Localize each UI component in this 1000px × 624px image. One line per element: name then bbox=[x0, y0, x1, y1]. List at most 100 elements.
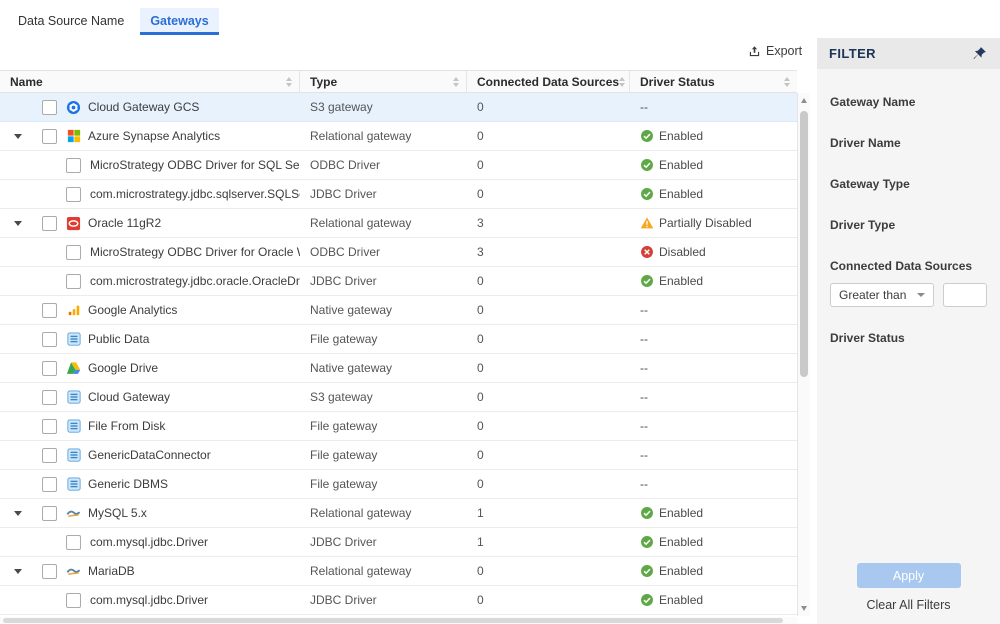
status-label: Enabled bbox=[659, 593, 703, 607]
row-checkbox[interactable] bbox=[42, 216, 57, 231]
table-row[interactable]: MariaDBRelational gateway0Enabled bbox=[0, 557, 797, 586]
connected-data-sources-value-input[interactable] bbox=[943, 283, 987, 307]
expand-arrow-icon[interactable] bbox=[12, 511, 42, 516]
sort-icon[interactable] bbox=[619, 77, 625, 87]
row-checkbox[interactable] bbox=[66, 187, 81, 202]
type-cell: Native gateway bbox=[300, 303, 467, 317]
table-row[interactable]: MicroStrategy ODBC Driver for SQL Serv..… bbox=[0, 151, 797, 180]
column-header-name[interactable]: Name bbox=[0, 71, 300, 92]
tab-gateways[interactable]: Gateways bbox=[140, 8, 218, 35]
type-cell: ODBC Driver bbox=[300, 158, 467, 172]
connected-data-sources-cell: 0 bbox=[467, 448, 630, 462]
row-checkbox[interactable] bbox=[42, 390, 57, 405]
status-label: Enabled bbox=[659, 158, 703, 172]
name-cell: MicroStrategy ODBC Driver for SQL Serv..… bbox=[0, 158, 300, 173]
export-button[interactable]: Export bbox=[748, 44, 802, 58]
column-header-type[interactable]: Type bbox=[300, 71, 467, 92]
type-cell: JDBC Driver bbox=[300, 593, 467, 607]
scrollbar-thumb[interactable] bbox=[800, 111, 808, 377]
status-label: -- bbox=[640, 100, 648, 114]
status-label: Enabled bbox=[659, 535, 703, 549]
row-checkbox[interactable] bbox=[42, 564, 57, 579]
table-header: Name Type Connected Data Sources Driver … bbox=[0, 70, 797, 93]
row-checkbox[interactable] bbox=[42, 361, 57, 376]
filter-header: FILTER bbox=[817, 38, 1000, 69]
driver-status-cell: -- bbox=[630, 477, 797, 491]
tab-data-source-name[interactable]: Data Source Name bbox=[8, 8, 134, 35]
table-row[interactable]: Azure Synapse AnalyticsRelational gatewa… bbox=[0, 122, 797, 151]
driver-status-cell: Enabled bbox=[630, 506, 797, 520]
vertical-scrollbar[interactable] bbox=[797, 93, 810, 616]
table-row[interactable]: Google AnalyticsNative gateway0-- bbox=[0, 296, 797, 325]
connected-data-sources-cell: 0 bbox=[467, 564, 630, 578]
table-row[interactable]: com.mysql.jdbc.DriverJDBC Driver1Enabled bbox=[0, 528, 797, 557]
type-cell: File gateway bbox=[300, 419, 467, 433]
row-checkbox[interactable] bbox=[66, 535, 81, 550]
row-checkbox[interactable] bbox=[66, 593, 81, 608]
horizontal-scrollbar[interactable] bbox=[0, 617, 797, 624]
table-row[interactable]: Public DataFile gateway0-- bbox=[0, 325, 797, 354]
row-checkbox[interactable] bbox=[42, 332, 57, 347]
column-label: Name bbox=[10, 75, 43, 89]
status-label: Enabled bbox=[659, 506, 703, 520]
table-row[interactable]: MicroStrategy ODBC Driver for Oracle Wir… bbox=[0, 238, 797, 267]
row-checkbox[interactable] bbox=[42, 100, 57, 115]
table-row[interactable]: com.microstrategy.jdbc.oracle.OracleDriv… bbox=[0, 267, 797, 296]
row-name: GenericDataConnector bbox=[88, 448, 211, 462]
row-checkbox[interactable] bbox=[42, 477, 57, 492]
row-checkbox[interactable] bbox=[42, 303, 57, 318]
name-cell: MicroStrategy ODBC Driver for Oracle Wir… bbox=[0, 245, 300, 260]
mariadb-icon bbox=[66, 564, 81, 579]
expand-arrow-icon[interactable] bbox=[12, 221, 42, 226]
status-label: Enabled bbox=[659, 187, 703, 201]
status-partial-icon bbox=[640, 216, 654, 230]
scroll-up-icon[interactable] bbox=[801, 98, 807, 103]
scrollbar-thumb[interactable] bbox=[3, 618, 783, 623]
name-cell: MariaDB bbox=[0, 564, 300, 579]
table-row[interactable]: GenericDataConnectorFile gateway0-- bbox=[0, 441, 797, 470]
table-row[interactable]: Generic DBMSFile gateway0-- bbox=[0, 470, 797, 499]
row-checkbox[interactable] bbox=[66, 245, 81, 260]
status-enabled-icon bbox=[640, 187, 654, 201]
table-row[interactable]: Cloud Gateway GCSS3 gateway0-- bbox=[0, 93, 797, 122]
scroll-down-icon[interactable] bbox=[801, 606, 807, 611]
connected-data-sources-cell: 0 bbox=[467, 361, 630, 375]
column-label: Connected Data Sources bbox=[477, 75, 619, 89]
row-checkbox[interactable] bbox=[66, 274, 81, 289]
row-name: MySQL 5.x bbox=[88, 506, 147, 520]
row-name: MicroStrategy ODBC Driver for Oracle Wir… bbox=[90, 245, 300, 259]
row-name: com.mysql.jdbc.Driver bbox=[90, 535, 208, 549]
table-row[interactable]: Cloud GatewayS3 gateway0-- bbox=[0, 383, 797, 412]
row-checkbox[interactable] bbox=[42, 506, 57, 521]
column-header-connected-data-sources[interactable]: Connected Data Sources bbox=[467, 71, 630, 92]
database-icon bbox=[66, 477, 81, 492]
row-checkbox[interactable] bbox=[42, 419, 57, 434]
table-row[interactable]: com.microstrategy.jdbc.sqlserver.SQLServ… bbox=[0, 180, 797, 209]
table-row[interactable]: Google DriveNative gateway0-- bbox=[0, 354, 797, 383]
expand-arrow-icon[interactable] bbox=[12, 134, 42, 139]
driver-status-cell: Enabled bbox=[630, 274, 797, 288]
expand-arrow-icon[interactable] bbox=[12, 569, 42, 574]
row-checkbox[interactable] bbox=[66, 158, 81, 173]
row-checkbox[interactable] bbox=[42, 129, 57, 144]
comparison-operator-select[interactable]: Greater than bbox=[830, 283, 934, 307]
table-row[interactable]: MySQL 5.xRelational gateway1Enabled bbox=[0, 499, 797, 528]
connected-data-sources-cell: 0 bbox=[467, 593, 630, 607]
table-row[interactable]: com.mysql.jdbc.DriverJDBC Driver0Enabled bbox=[0, 586, 797, 615]
sort-icon[interactable] bbox=[453, 77, 459, 87]
column-header-driver-status[interactable]: Driver Status bbox=[630, 71, 797, 92]
connected-data-sources-cell: 0 bbox=[467, 158, 630, 172]
type-cell: JDBC Driver bbox=[300, 274, 467, 288]
pin-icon[interactable] bbox=[972, 46, 988, 62]
clear-all-filters-link[interactable]: Clear All Filters bbox=[817, 598, 1000, 612]
status-enabled-icon bbox=[640, 158, 654, 172]
table-row[interactable]: File From DiskFile gateway0-- bbox=[0, 412, 797, 441]
sort-icon[interactable] bbox=[784, 77, 790, 87]
row-checkbox[interactable] bbox=[42, 448, 57, 463]
table-row[interactable]: Oracle 11gR2Relational gateway3Partially… bbox=[0, 209, 797, 238]
filter-title: FILTER bbox=[829, 46, 876, 61]
mysql-icon bbox=[66, 506, 81, 521]
apply-button[interactable]: Apply bbox=[857, 563, 961, 588]
sort-icon[interactable] bbox=[286, 77, 292, 87]
connected-data-sources-cell: 0 bbox=[467, 274, 630, 288]
